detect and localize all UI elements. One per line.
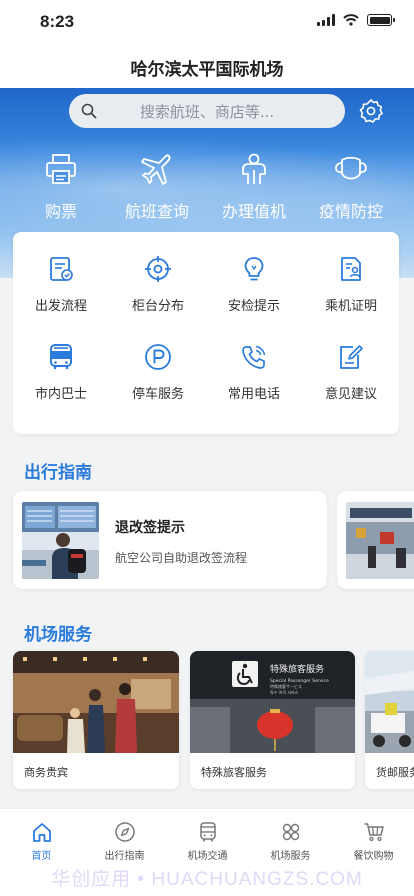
- grid-item-label: 市内巴士: [34, 387, 87, 402]
- airplane-icon: [141, 154, 171, 185]
- quick-action-label: 航班查询: [124, 202, 189, 221]
- sign-kr: 특수 여객 서비스: [270, 689, 299, 695]
- checklist-icon: [50, 257, 73, 281]
- grid-item-label: 乘机证明: [324, 299, 377, 314]
- grid-item-counters[interactable]: 柜台分布: [110, 255, 206, 314]
- tab-dining-shopping[interactable]: 餐饮购物: [332, 821, 414, 862]
- guide-card-next[interactable]: [337, 491, 414, 589]
- bus-tab-icon: [199, 822, 216, 842]
- guide-card-subtitle: 航空公司自助退改签流程: [115, 551, 248, 565]
- search-input[interactable]: 搜索航班、商店等...: [69, 94, 345, 128]
- battery-icon: [367, 14, 395, 26]
- document-person-icon: [341, 257, 361, 281]
- grid-item-boarding-proof[interactable]: 乘机证明: [303, 255, 399, 314]
- grid-item-label: 常用电话: [227, 387, 280, 402]
- quick-action-label: 疫情防控: [318, 202, 383, 221]
- grid-item-departure[interactable]: 出发流程: [13, 255, 109, 314]
- grid-item-label: 安检提示: [227, 299, 280, 314]
- tab-services[interactable]: 机场服务: [249, 821, 332, 862]
- service-photo: [365, 651, 414, 753]
- search-placeholder: 搜索航班、商店等...: [139, 102, 275, 121]
- guide-card-refund[interactable]: 退改签提示 航空公司自助退改签流程: [13, 491, 327, 589]
- tab-label: 机场交通: [187, 851, 228, 862]
- guide-photo: [346, 502, 414, 579]
- section-title-guide: 出行指南: [24, 463, 92, 483]
- tab-label: 机场服务: [270, 851, 311, 862]
- compass-icon: [114, 822, 135, 842]
- tab-home[interactable]: 首页: [0, 821, 83, 862]
- wifi-icon: [343, 14, 359, 26]
- crosshair-icon: [145, 256, 171, 282]
- tab-transport[interactable]: 机场交通: [166, 821, 249, 862]
- tab-guide[interactable]: 出行指南: [83, 821, 166, 862]
- grid-item-label: 停车服务: [131, 387, 184, 402]
- grid-item-label: 意见建议: [324, 387, 377, 402]
- service-card-label: 特殊旅客服务: [201, 766, 267, 779]
- grid-item-security[interactable]: 安检提示: [206, 255, 302, 314]
- grid-item-bus[interactable]: 市内巴士: [13, 343, 109, 402]
- sign-jp: 特殊旅客サービス: [270, 683, 302, 689]
- service-card-special-passenger[interactable]: 特殊旅客服务 Special Passenger Service 特殊旅客サービ…: [190, 651, 355, 789]
- grid-item-parking[interactable]: 停车服务: [110, 343, 206, 402]
- services-grid-icon: [282, 823, 299, 841]
- home-icon: [32, 823, 51, 842]
- service-card-vip[interactable]: 商务贵宾: [13, 651, 179, 789]
- grid-item-feedback[interactable]: 意见建议: [303, 343, 399, 402]
- service-card-cargo[interactable]: 货邮服务: [365, 651, 414, 789]
- lightbulb-icon: [244, 257, 264, 281]
- phone-icon: [242, 345, 266, 369]
- quick-action-checkin[interactable]: 办理值机: [204, 152, 304, 222]
- watermark-text: 华创应用 • HUACHUANGZS.COM: [51, 869, 363, 890]
- grid-item-label: 出发流程: [34, 299, 87, 314]
- printer-icon: [46, 154, 76, 184]
- gear-icon[interactable]: [358, 98, 384, 124]
- service-card-label: 货邮服务: [376, 766, 414, 779]
- service-card-label: 商务贵宾: [24, 766, 68, 779]
- cart-icon: [364, 823, 384, 842]
- service-photo: 特殊旅客服务 Special Passenger Service 特殊旅客サービ…: [190, 651, 355, 753]
- service-photo: [13, 651, 179, 753]
- edit-icon: [340, 345, 363, 369]
- section-title-services: 机场服务: [24, 625, 92, 645]
- grid-item-phones[interactable]: 常用电话: [206, 343, 302, 402]
- status-icons: [317, 14, 395, 26]
- quick-action-label: 购票: [44, 202, 77, 221]
- tab-label: 餐饮购物: [353, 851, 394, 862]
- signal-icon: [317, 14, 335, 26]
- quick-action-tickets[interactable]: 购票: [11, 152, 111, 222]
- grid-item-label: 柜台分布: [131, 299, 184, 314]
- quick-action-label: 办理值机: [221, 202, 286, 221]
- mask-icon: [335, 156, 367, 180]
- tab-label: 首页: [31, 851, 52, 862]
- parking-icon: [145, 344, 171, 370]
- quick-action-epidemic[interactable]: 疫情防控: [301, 152, 401, 222]
- page-title: 哈尔滨太平国际机场: [130, 60, 284, 80]
- person-icon: [242, 153, 266, 184]
- guide-card-title: 退改签提示: [115, 520, 185, 536]
- sign-title: 特殊旅客服务: [270, 663, 324, 675]
- tab-label: 出行指南: [104, 851, 145, 862]
- guide-photo: [22, 502, 99, 579]
- status-time: 8:23: [40, 12, 75, 31]
- bus-icon: [50, 344, 72, 369]
- quick-action-flights[interactable]: 航班查询: [107, 152, 207, 222]
